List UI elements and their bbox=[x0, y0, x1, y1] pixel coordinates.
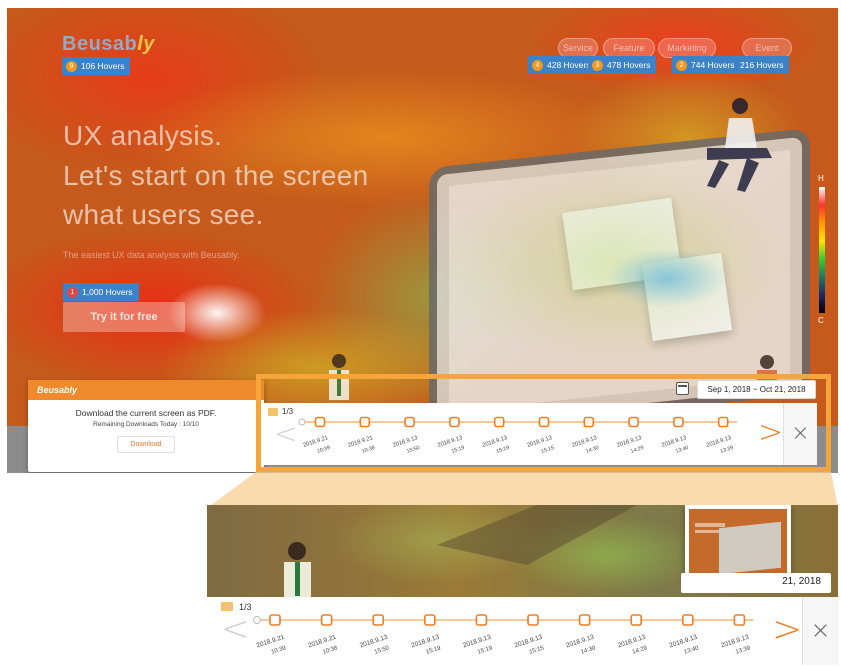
timeline-time-label: 15:19 bbox=[425, 645, 442, 656]
thumbnail-image bbox=[689, 509, 787, 581]
timeline-snapshot-marker[interactable] bbox=[424, 614, 436, 626]
zoomed-timeline-view: 21, 2018 1/3 < > × 2018.9.21 10:39 2018.9.… bbox=[207, 505, 838, 665]
timeline-time-label: 13:40 bbox=[683, 645, 700, 656]
timeline-time-label: 13:39 bbox=[735, 645, 752, 656]
timeline-snapshot-marker[interactable] bbox=[630, 614, 643, 626]
timeline-time-label: 15:19 bbox=[477, 645, 494, 656]
timeline-time-label: 10:38 bbox=[322, 645, 339, 656]
timeline-snapshot-marker[interactable] bbox=[527, 614, 539, 626]
timeline-time-label: 14:30 bbox=[580, 645, 597, 656]
thumbnail-text bbox=[695, 523, 725, 527]
timeline-next-button[interactable]: > bbox=[772, 609, 802, 650]
timeline-time-label: 10:39 bbox=[271, 645, 288, 656]
thumbnail-laptop bbox=[719, 521, 781, 575]
timeline-start-dot bbox=[253, 616, 261, 624]
timeline-bar-zoom: 1/3 < > × 2018.9.21 10:39 2018.9.21 10:38 20… bbox=[207, 597, 838, 665]
timeline-snapshot-marker[interactable] bbox=[269, 614, 281, 626]
timeline-track: 2018.9.2110:392018.9.2110:382018.9.1315:… bbox=[253, 614, 754, 656]
stage: Beusably Service Feature Marketing Event… bbox=[0, 0, 841, 667]
timeline-time-label: 15:50 bbox=[374, 645, 391, 656]
thumbnail-text bbox=[695, 530, 719, 533]
timeline-snapshot-marker[interactable] bbox=[372, 614, 384, 626]
date-range-picker-zoom[interactable]: 21, 2018 bbox=[681, 573, 831, 593]
timeline-snapshot-marker[interactable] bbox=[475, 614, 488, 626]
timeline-snapshot-marker[interactable] bbox=[681, 614, 694, 626]
timeline-time-label: 15:15 bbox=[529, 645, 546, 656]
timeline-snapshot-marker[interactable] bbox=[733, 614, 746, 626]
timeline-time-label: 14:29 bbox=[632, 645, 649, 656]
timeline-snapshot-marker[interactable] bbox=[320, 614, 333, 626]
timeline-snapshot-marker[interactable] bbox=[578, 614, 591, 626]
close-icon[interactable]: × bbox=[802, 597, 838, 665]
